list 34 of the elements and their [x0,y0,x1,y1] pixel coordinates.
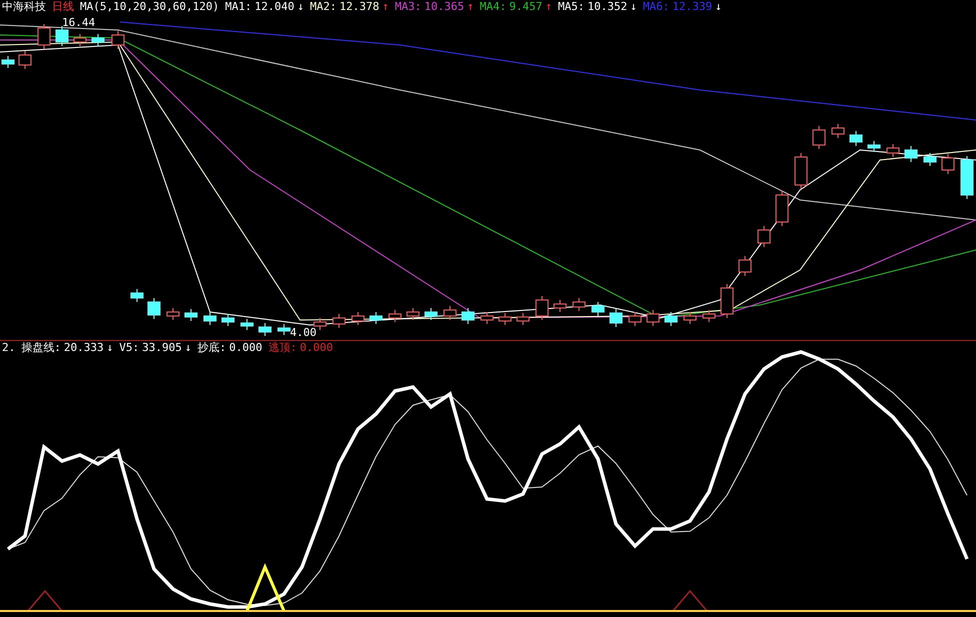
indicator-label: MA6: [642,0,670,14]
indicator-label: MA5: [558,0,584,14]
indicator-label: MA2: [310,0,336,14]
indicator-label: 抄底: [198,341,226,355]
indicator-value: 12.339 [672,0,712,14]
high-price-label: 16.44 [62,16,96,29]
indicator-value: 9.457 [509,0,542,14]
stock-name: 中海科技 [2,0,46,14]
indicator-label: MA3: [394,0,422,14]
trend-arrow: ↓ [715,0,722,14]
indicator-label: MA1: [225,0,252,14]
indicator-value: 10.352 [587,0,628,14]
trend-arrow: ↑ [382,0,389,14]
indicator-value: 0.000 [229,341,262,355]
indicator-label: MA4: [480,0,506,14]
low-price-label: 4.00 [290,326,316,339]
trend-arrow: ↓ [630,0,637,14]
indicator-label: V5: [119,341,140,355]
period-label: 日线 [52,0,74,14]
trend-arrow: ↓ [297,0,304,14]
indicator-value: 12.378 [339,0,380,14]
trend-arrow: ↑ [467,0,474,14]
indicator-value: 10.365 [424,0,464,14]
indicator-value: 12.040 [254,0,294,14]
ma-params: MA(5,10,20,30,60,120) [80,0,220,14]
indicator-value: 0.000 [300,341,333,355]
indicator-value: 20.333 [64,341,104,355]
indicator-label: 操盘线: [21,341,61,355]
trend-arrow: ↑ [545,0,552,14]
trend-arrow: ↓ [106,341,114,355]
panel-index: 2. [2,341,16,355]
trend-arrow: ↓ [184,341,192,355]
indicator-value: 33.905 [142,341,182,355]
indicator-label: 逃顶: [268,341,297,355]
